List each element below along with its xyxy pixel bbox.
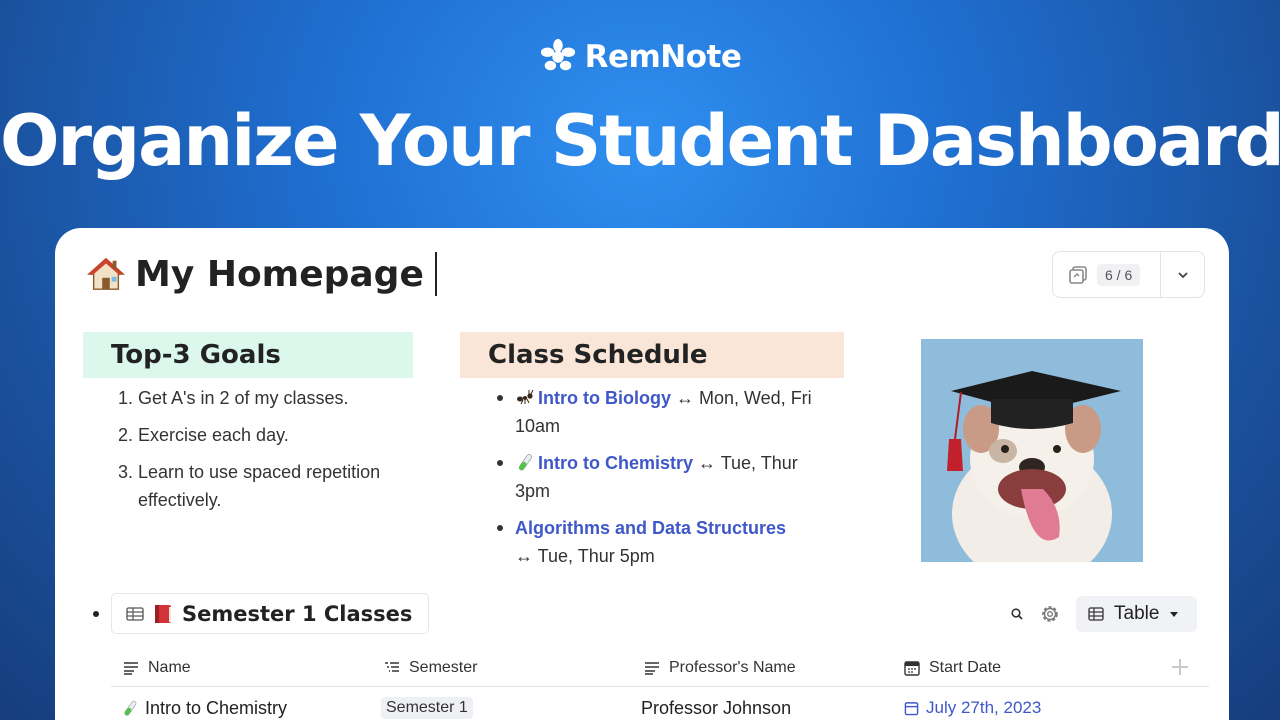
goal-item[interactable]: 3. Learn to use spaced repetition effecti… (118, 458, 388, 514)
cell-text: Intro to Chemistry (145, 697, 288, 718)
column-header-start-date[interactable]: Start Date (904, 648, 1001, 687)
remnote-logo-icon (540, 38, 575, 71)
column-header-semester[interactable]: Semester (384, 648, 477, 687)
class-time: ↔ Tue, Thur 5pm (515, 546, 655, 566)
add-column-icon[interactable] (1167, 654, 1193, 680)
goal-item[interactable]: 1. Get A's in 2 of my classes. (118, 384, 388, 412)
test-tube-icon (518, 454, 533, 471)
goal-text: Learn to use spaced repetition effective… (138, 462, 381, 510)
app-window: My Homepage 6 / 6 Top-3 Goals 1. Get A's … (55, 228, 1229, 720)
brand-name: RemNote (584, 39, 742, 75)
column-header-name[interactable]: Name (123, 648, 191, 687)
text-lines-icon (645, 661, 659, 675)
cell-name[interactable]: Intro to Chemistry (121, 688, 287, 720)
class-link[interactable]: Intro to Chemistry (538, 453, 693, 473)
calendar-icon (904, 660, 920, 676)
goal-number: 1. (118, 388, 134, 408)
column-label: Semester (409, 658, 478, 676)
table-row[interactable]: Intro to Chemistry Semester 1 Professor … (111, 688, 1209, 720)
column-label: Professor's Name (669, 658, 796, 676)
counter-text: 6 / 6 (1097, 263, 1141, 286)
goal-number: 3. (118, 462, 134, 482)
goal-text: Exercise each day. (138, 425, 289, 445)
view-selector-button[interactable]: Table (1076, 596, 1198, 632)
gear-icon[interactable] (1038, 602, 1062, 626)
cell-professor[interactable]: Professor Johnson (641, 688, 791, 720)
goals-list: 1. Get A's in 2 of my classes. 2. Exercise… (118, 384, 388, 523)
flashcard-counter[interactable]: 6 / 6 (1052, 251, 1205, 298)
text-cursor (434, 252, 437, 296)
database-title-text: Semester 1 Classes (182, 601, 413, 626)
page-title[interactable]: My Homepage (135, 254, 424, 295)
view-label: Table (1114, 603, 1160, 624)
counter-left[interactable]: 6 / 6 (1053, 252, 1161, 297)
schedule-item[interactable]: Intro to Biology ↔ Mon, Wed, Fri 10am (495, 384, 835, 440)
schedule-item[interactable]: Intro to Chemistry ↔ Tue, Thur 3pm (495, 449, 835, 505)
database-tools: Table (1010, 596, 1198, 632)
table-icon (1088, 607, 1104, 621)
bullet (93, 611, 99, 617)
cell-start-date[interactable]: July 27th, 2023 (904, 688, 1041, 720)
table-icon (126, 606, 144, 621)
date-text: July 27th, 2023 (926, 698, 1042, 717)
table-header: Name Semester Professor's Name Start Dat… (111, 648, 1209, 687)
bullet (497, 525, 503, 531)
graduation-dog-image[interactable] (921, 339, 1143, 562)
schedule-list: Intro to Biology ↔ Mon, Wed, Fri 10am In… (495, 384, 835, 579)
page-title-row: My Homepage (87, 252, 437, 296)
list-icon (385, 661, 399, 672)
search-icon[interactable] (1010, 607, 1024, 621)
brand-header: RemNote (0, 38, 1280, 76)
column-header-professor[interactable]: Professor's Name (644, 648, 796, 687)
goals-heading[interactable]: Top-3 Goals (83, 332, 413, 378)
goal-text: Get A's in 2 of my classes. (138, 388, 349, 408)
test-tube-icon (124, 700, 137, 716)
schedule-heading[interactable]: Class Schedule (460, 332, 844, 378)
semester-tag: Semester 1 (381, 697, 473, 719)
bullet (497, 460, 503, 466)
goal-item[interactable]: 2. Exercise each day. (118, 421, 388, 449)
cell-semester[interactable]: Semester 1 (381, 688, 473, 720)
column-label: Name (148, 658, 191, 676)
goal-number: 2. (118, 425, 134, 445)
ant-icon (517, 389, 534, 405)
text-lines-icon (124, 661, 138, 675)
red-book-icon (155, 604, 171, 623)
column-label: Start Date (929, 658, 1002, 676)
cards-icon (1069, 265, 1087, 284)
caret-down-icon (1170, 612, 1179, 617)
database-title[interactable]: Semester 1 Classes (111, 593, 429, 634)
class-link[interactable]: Intro to Biology (538, 388, 671, 408)
bullet (497, 395, 503, 401)
class-link[interactable]: Algorithms and Data Structures (515, 518, 786, 538)
house-icon (87, 257, 125, 290)
calendar-icon (904, 701, 919, 715)
counter-dropdown[interactable] (1161, 268, 1204, 282)
headline: Organize Your Student Dashboard (0, 100, 1280, 182)
schedule-item[interactable]: Algorithms and Data Structures ↔ Tue, Th… (495, 514, 835, 570)
chevron-down-icon (1177, 271, 1188, 278)
cell-text: Professor Johnson (641, 697, 792, 718)
